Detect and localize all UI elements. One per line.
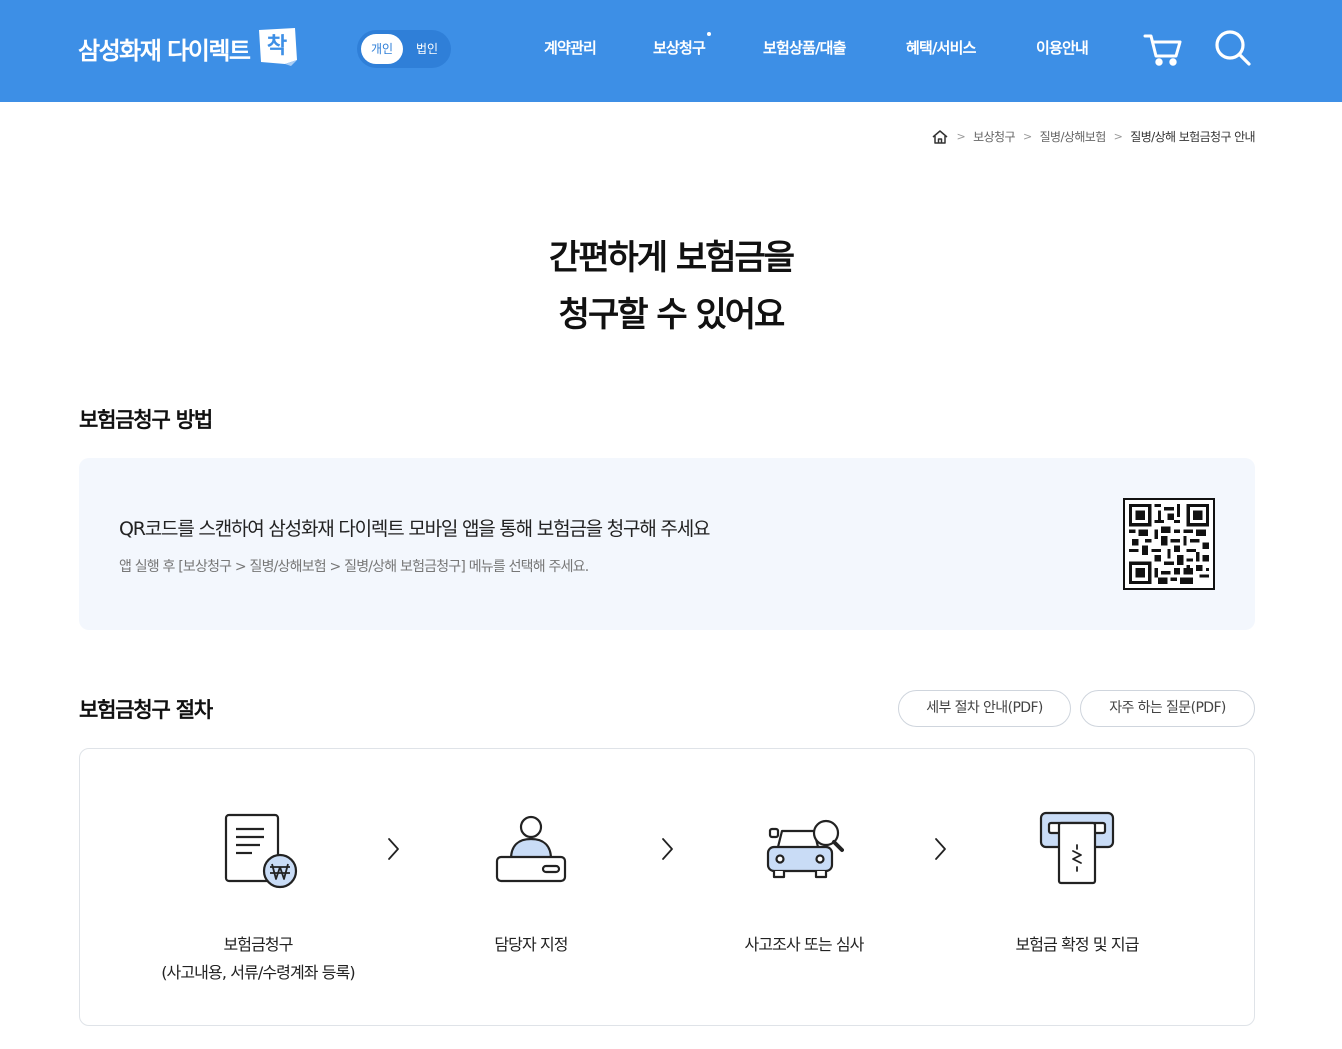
page-title-line1: 간편하게 보험금을 bbox=[548, 238, 795, 278]
procedure-steps-panel: 보험금청구 (사고내용, 서류/수령계좌 등록) 담당자 지정 사고조사 또는 … bbox=[79, 748, 1255, 1026]
nav-products[interactable]: 보험상품/대출 bbox=[763, 37, 846, 58]
step-assign-label: 담당자 지정 bbox=[396, 931, 666, 959]
nav-contract[interactable]: 계약관리 bbox=[544, 37, 597, 58]
crumb-separator-icon: > bbox=[1022, 130, 1032, 143]
home-icon[interactable] bbox=[931, 129, 949, 145]
qr-main-text: QR코드를 스캔하여 삼성화재 다이렉트 모바일 앱을 통해 보험금을 청구해 … bbox=[119, 518, 710, 540]
breadcrumb: > 보상청구 > 질병/상해보험 > 질병/상해 보험금청구 안내 bbox=[931, 128, 1256, 145]
nav-benefits[interactable]: 혜택/서비스 bbox=[906, 37, 976, 58]
step-payment-line1: 보험금 확정 및 지급 bbox=[1015, 935, 1139, 954]
step-investigation: 사고조사 또는 심사 bbox=[669, 749, 939, 1025]
receipt-payout-icon bbox=[1039, 811, 1115, 885]
step-assign-line1: 담당자 지정 bbox=[494, 935, 568, 954]
search-icon[interactable] bbox=[1212, 28, 1254, 68]
step-claim-line2: (사고내용, 서류/수령계좌 등록) bbox=[161, 963, 355, 982]
method-section-title: 보험금청구 방법 bbox=[79, 408, 213, 432]
step-assign: 담당자 지정 bbox=[396, 749, 666, 1025]
qr-code bbox=[1123, 498, 1215, 590]
step-claim: 보험금청구 (사고내용, 서류/수령계좌 등록) bbox=[123, 749, 393, 1025]
step-investigation-line1: 사고조사 또는 심사 bbox=[744, 935, 865, 954]
main-nav: 계약관리 보상청구 보험상품/대출 혜택/서비스 이용안내 bbox=[0, 32, 1342, 59]
crumb-separator-icon: > bbox=[956, 130, 966, 143]
site-header: 삼성화재 다이렉트 착 개인 법인 계약관리 보상청구 보험상품/대출 혜택/서… bbox=[0, 0, 1342, 102]
document-won-icon bbox=[224, 813, 298, 889]
car-magnifier-icon bbox=[766, 819, 844, 879]
step-claim-line1: 보험금청구 bbox=[223, 935, 293, 954]
cart-icon[interactable] bbox=[1142, 28, 1184, 68]
nav-claims[interactable]: 보상청구 bbox=[653, 32, 712, 58]
procedure-section-title: 보험금청구 절차 bbox=[79, 698, 213, 722]
step-payment: 보험금 확정 및 지급 bbox=[942, 749, 1212, 1025]
crumb-disease-insurance[interactable]: 질병/상해보험 bbox=[1040, 128, 1107, 145]
qr-info-panel: QR코드를 스캔하여 삼성화재 다이렉트 모바일 앱을 통해 보험금을 청구해 … bbox=[79, 458, 1255, 630]
page-title: 간편하게 보험금을 청구할 수 있어요 bbox=[0, 230, 1342, 344]
crumb-claims[interactable]: 보상청구 bbox=[973, 128, 1015, 145]
faq-pdf-button[interactable]: 자주 하는 질문(PDF) bbox=[1080, 690, 1255, 727]
nav-claims-label: 보상청구 bbox=[653, 39, 706, 57]
step-claim-label: 보험금청구 (사고내용, 서류/수령계좌 등록) bbox=[123, 931, 393, 987]
nav-new-dot bbox=[707, 32, 712, 36]
nav-guide[interactable]: 이용안내 bbox=[1036, 37, 1089, 58]
crumb-current: 질병/상해 보험금청구 안내 bbox=[1130, 130, 1255, 144]
step-investigation-label: 사고조사 또는 심사 bbox=[669, 931, 939, 959]
person-desk-icon bbox=[495, 815, 567, 883]
step-payment-label: 보험금 확정 및 지급 bbox=[942, 931, 1212, 959]
qr-sub-text: 앱 실행 후 [보상청구 > 질병/상해보험 > 질병/상해 보험금청구] 메뉴… bbox=[119, 559, 589, 575]
crumb-separator-icon: > bbox=[1113, 130, 1123, 143]
page-title-line2: 청구할 수 있어요 bbox=[558, 295, 786, 335]
detail-procedure-pdf-button[interactable]: 세부 절차 안내(PDF) bbox=[898, 690, 1071, 727]
